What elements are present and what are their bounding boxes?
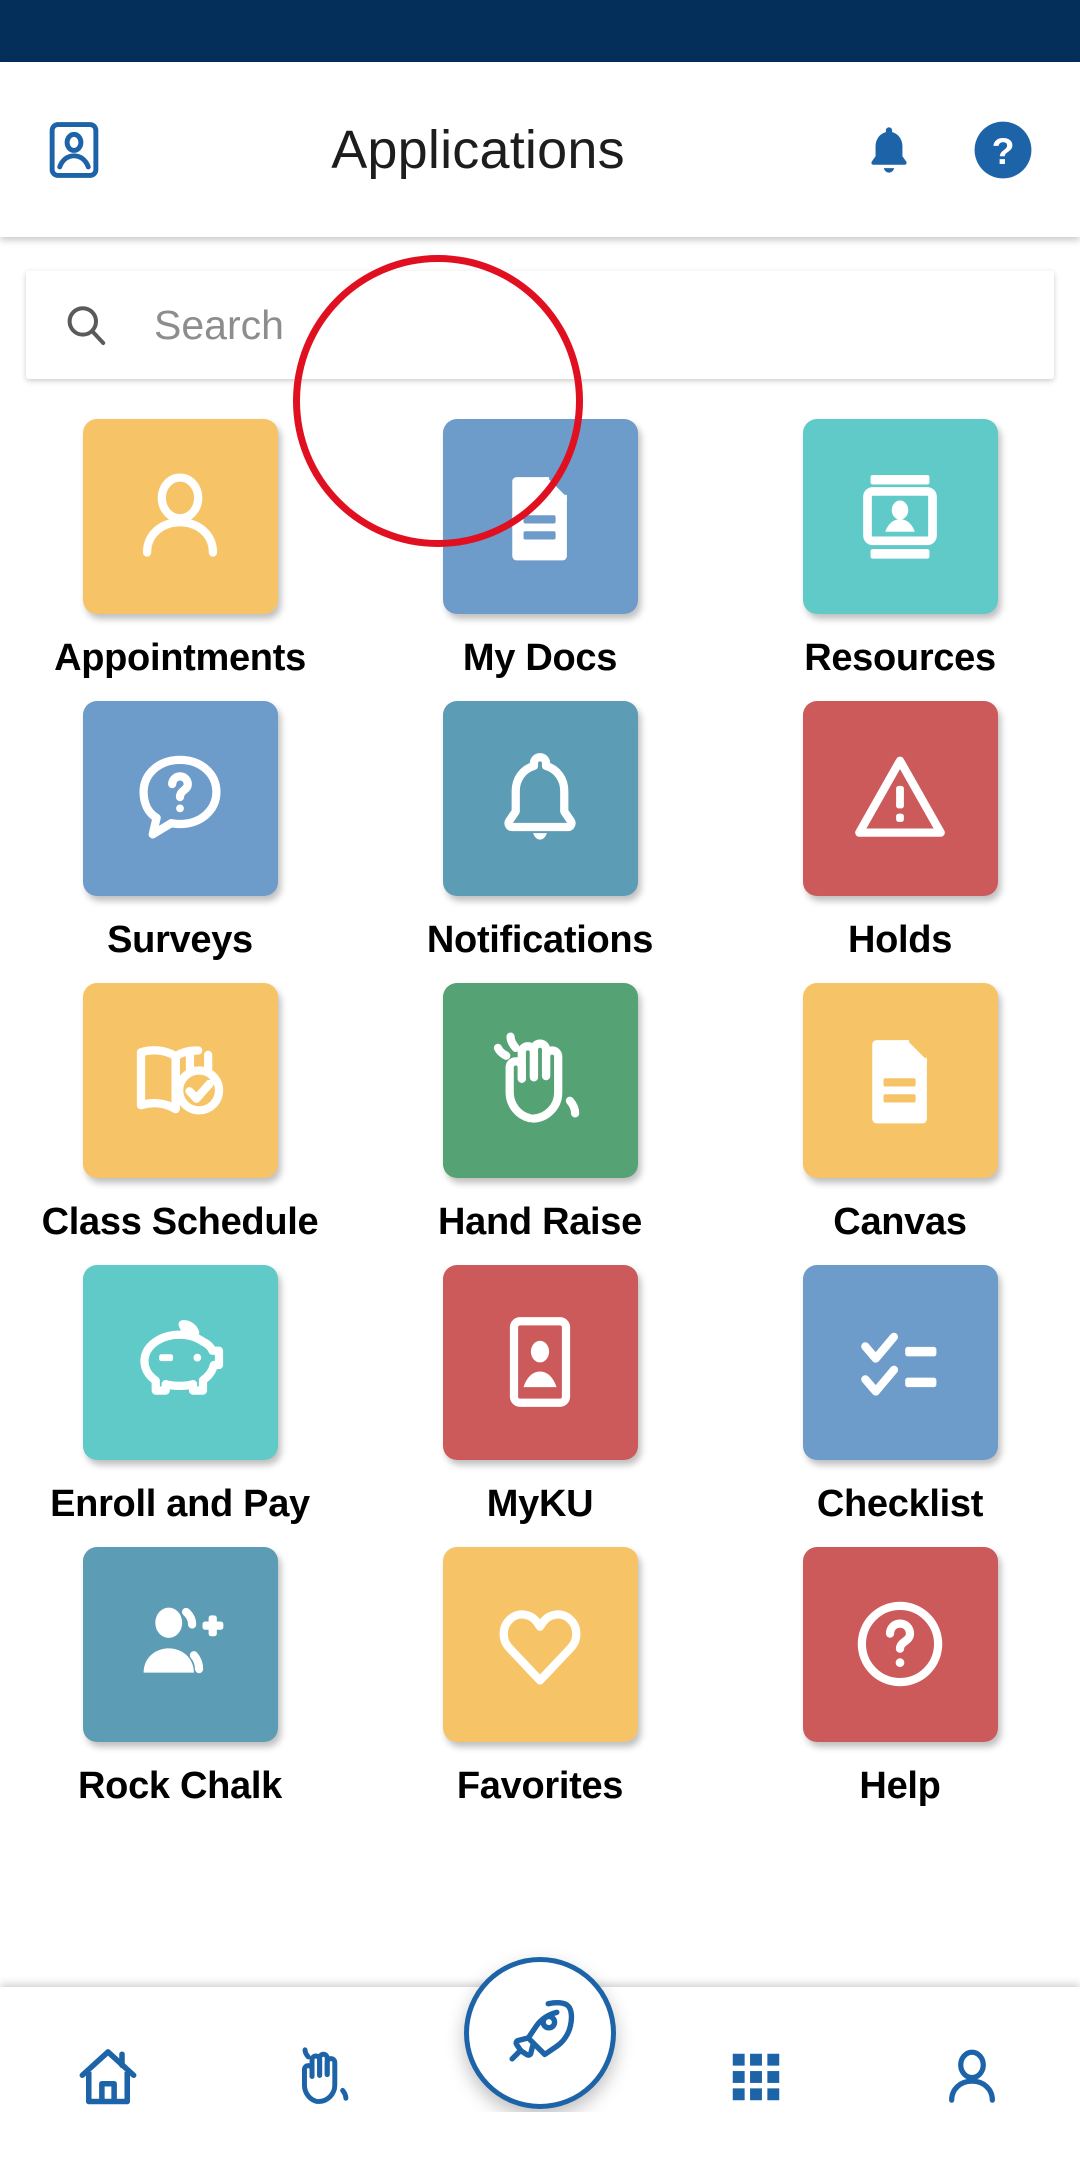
app-tile-label: Checklist: [816, 1482, 984, 1525]
app-tile-label: Holds: [847, 918, 953, 961]
app-tile-myku[interactable]: MyKU: [360, 1243, 720, 1525]
bottom-safe-area: [0, 2112, 1080, 2172]
app-grid: Appointments My Docs Resources Surveys N…: [0, 397, 1080, 1806]
app-tile-label: Canvas: [833, 1200, 967, 1243]
app-tile-label: MyKU: [486, 1482, 594, 1525]
book-clock-icon: [82, 982, 278, 1178]
app-tile-my-docs[interactable]: My Docs: [360, 397, 720, 679]
app-tile-label: Enroll and Pay: [50, 1482, 310, 1525]
app-tile-holds[interactable]: Holds: [720, 679, 1080, 961]
app-tile-label: Surveys: [107, 918, 253, 961]
search-icon: [62, 301, 110, 349]
home-icon: [73, 2042, 143, 2117]
grid-apps-icon: [725, 2046, 787, 2113]
app-tile-checklist[interactable]: Checklist: [720, 1243, 1080, 1525]
id-badge-icon: [802, 419, 998, 614]
piggy-bank-icon: [82, 1264, 278, 1460]
document-icon: [442, 419, 638, 614]
app-tile-surveys[interactable]: Surveys: [0, 679, 360, 961]
checklist-icon: [802, 1264, 998, 1460]
app-tile-help[interactable]: Help: [720, 1525, 1080, 1807]
waving-hand-icon: [289, 2042, 359, 2117]
app-tile-class-schedule[interactable]: Class Schedule: [0, 961, 360, 1243]
page-title: Applications: [331, 119, 625, 180]
search-input[interactable]: [154, 301, 1018, 349]
app-tile-label: My Docs: [462, 637, 618, 679]
heart-icon: [442, 1546, 638, 1742]
person-add-icon: [82, 1546, 278, 1742]
app-tile-hand-raise[interactable]: Hand Raise: [360, 961, 720, 1243]
app-tile-appointments[interactable]: Appointments: [0, 397, 360, 679]
status-bar: [0, 0, 1080, 62]
app-tile-notifications[interactable]: Notifications: [360, 679, 720, 961]
app-tile-label: Favorites: [456, 1764, 624, 1807]
question-circle-icon: [802, 1546, 998, 1742]
app-tile-canvas[interactable]: Canvas: [720, 961, 1080, 1243]
app-tile-enroll-and-pay[interactable]: Enroll and Pay: [0, 1243, 360, 1525]
app-tile-label: Resources: [804, 637, 996, 679]
app-tile-favorites[interactable]: Favorites: [360, 1525, 720, 1807]
search-bar[interactable]: [26, 271, 1054, 379]
question-bubble-icon: [82, 700, 278, 896]
id-card-icon: [442, 1264, 638, 1460]
person-icon: [939, 2044, 1005, 2115]
bell-icon: [442, 700, 638, 896]
app-tile-label: Class Schedule: [41, 1200, 319, 1243]
search-section: [0, 237, 1080, 379]
bell-icon[interactable]: [864, 122, 914, 178]
warning-triangle-icon: [802, 700, 998, 896]
document-icon: [802, 982, 998, 1178]
app-screen: Applications ? Search Appointments My Do…: [0, 0, 1080, 2172]
app-header: Applications ?: [0, 62, 1080, 237]
header-right-group: ?: [864, 119, 1042, 181]
svg-text:?: ?: [992, 129, 1015, 171]
rocket-icon: [502, 1993, 578, 2074]
person-icon: [82, 419, 278, 614]
app-tile-label: Rock Chalk: [78, 1764, 282, 1807]
nav-launch[interactable]: [464, 1957, 616, 2109]
app-tile-label: Appointments: [54, 637, 306, 679]
app-tile-rock-chalk[interactable]: Rock Chalk: [0, 1525, 360, 1807]
app-tile-resources[interactable]: Resources: [720, 397, 1080, 679]
help-circle-icon[interactable]: ?: [972, 119, 1034, 181]
app-tile-label: Help: [859, 1764, 941, 1807]
app-tile-label: Notifications: [426, 918, 654, 961]
waving-hand-icon: [442, 982, 638, 1178]
main-content: Appointments My Docs Resources Surveys: [0, 237, 1080, 2172]
app-tile-label: Hand Raise: [438, 1200, 642, 1243]
